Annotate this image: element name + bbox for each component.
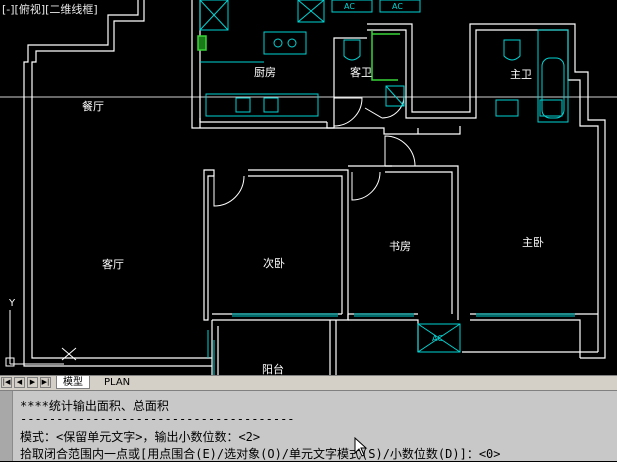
ac-label-2: AC	[392, 2, 403, 11]
room-label-kitchen: 厨房	[254, 66, 276, 79]
room-label-dining: 餐厅	[82, 99, 104, 113]
layout-tab-bar: |◀ ◀ ▶ ▶| 模型 PLAN	[0, 375, 617, 390]
command-history-line: 模式：<保留单元文字>，输出小数位数：<2>	[20, 430, 261, 444]
prev-layout-button[interactable]: ◀	[14, 377, 25, 388]
floor-plan-drawing[interactable]: AC AC AC 餐厅 厨房 客卫 主卫 客厅 次卧 书房 主卧 阳台 Y	[0, 0, 617, 375]
room-label-study: 书房	[389, 240, 411, 253]
fixtures	[199, 0, 575, 375]
command-window: ****统计输出面积、总面积 -------------------------…	[0, 390, 617, 461]
room-labels: 餐厅 厨房 客卫 主卫 客厅 次卧 书房 主卧 阳台	[82, 65, 544, 375]
ac-label-1: AC	[344, 2, 355, 11]
last-layout-button[interactable]: ▶|	[40, 377, 51, 388]
room-label-guest-bath: 客卫	[350, 65, 372, 79]
room-label-balcony: 阳台	[262, 362, 284, 375]
exterior-walls	[23, 0, 606, 375]
viewport-controls-label[interactable]: [-][俯视][二维线框]	[2, 1, 98, 17]
drawing-viewport[interactable]: AC AC AC 餐厅 厨房 客卫 主卫 客厅 次卧 书房 主卧 阳台 Y [-…	[0, 0, 617, 375]
ac-label-3: AC	[432, 334, 443, 343]
command-window-grip[interactable]	[0, 391, 13, 461]
room-label-living: 客厅	[102, 257, 124, 271]
next-layout-button[interactable]: ▶	[27, 377, 38, 388]
ucs-y-label: Y	[8, 298, 16, 309]
room-label-master-bedroom: 主卧	[522, 236, 544, 249]
command-history-line: --------------------------------------	[20, 412, 295, 426]
first-layout-button[interactable]: |◀	[1, 377, 12, 388]
tab-plan[interactable]: PLAN	[98, 376, 137, 389]
command-prompt-line[interactable]: 拾取闭合范围内一点或[用点围合(E)/选对象(O)/单元文字模式(S)/小数位数…	[20, 445, 501, 462]
room-label-master-bath: 主卫	[510, 68, 532, 81]
room-label-second-bedroom: 次卧	[263, 256, 285, 270]
tab-model[interactable]: 模型	[56, 376, 90, 389]
mouse-cursor-icon	[354, 437, 368, 457]
